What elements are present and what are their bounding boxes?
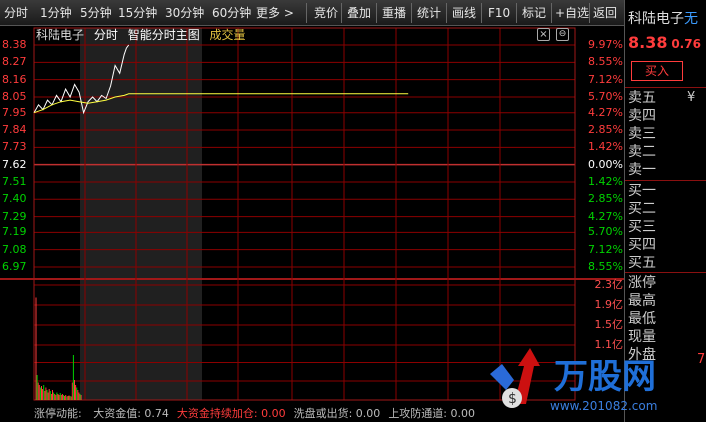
currency-symbol: ¥ (687, 90, 696, 105)
percent-tick-label: 4.27% (588, 209, 623, 223)
svg-text:$: $ (508, 391, 517, 407)
percent-tick-label: 1.42% (588, 140, 623, 154)
percent-tick-label: 8.55% (588, 260, 623, 273)
indicator-value: 大资金持续加仓: 0.00 (176, 407, 286, 420)
watermark-logo-icon: $ 万股网 www.201082.com (490, 348, 657, 413)
volume-label[interactable]: 成交量 (210, 28, 246, 42)
toolbar-divider (341, 3, 342, 23)
toolbar-divider (551, 3, 552, 23)
price-tick-label: 7.62 (2, 157, 27, 171)
last-price: 8.38 (628, 33, 668, 52)
watermark-brand: 万股网 (554, 357, 656, 397)
sell-level-label: 卖三 (628, 126, 656, 142)
percent-tick-label: 5.70% (588, 89, 623, 103)
percent-tick-label: 5.70% (588, 225, 623, 239)
close-icon[interactable]: × (537, 28, 550, 41)
side-stock-name: 科陆电子 (628, 11, 684, 27)
toolbar-divider (589, 3, 590, 23)
price-tick-label: 8.27 (2, 55, 27, 69)
price-tick-label: 7.40 (2, 192, 27, 206)
percent-tick-label: 7.12% (588, 242, 623, 256)
stat-label: 涨停 (628, 275, 656, 291)
tab-more[interactable]: 更多 > (256, 0, 294, 26)
side-stock-suffix: 无 (684, 11, 698, 27)
indicator-value: 大资金值: 0.74 (93, 407, 169, 420)
toolbar-divider (481, 3, 482, 23)
price-tick-label: 7.19 (2, 225, 27, 239)
stat-label: 最高 (628, 293, 656, 309)
toolbar-divider (306, 3, 307, 23)
auction-button[interactable]: 竞价 (314, 0, 338, 26)
percent-tick-label: 9.97% (588, 38, 623, 51)
side-value-digit: 7 (697, 352, 706, 367)
statistics-button[interactable]: 统计 (417, 0, 441, 26)
price-tick-label: 6.97 (2, 260, 27, 273)
overlay-button[interactable]: 叠加 (347, 0, 371, 26)
toolbar-divider (516, 3, 517, 23)
percent-tick-label: 1.42% (588, 174, 623, 188)
tab-60min[interactable]: 60分钟 (212, 0, 251, 26)
brand-watermark: $ 万股网 www.201082.com (484, 344, 694, 418)
price-tick-label: 7.29 (2, 209, 27, 223)
percent-tick-label: 8.55% (588, 55, 623, 69)
mode-label[interactable]: 分时 (94, 28, 118, 42)
period-toolbar: 分时 1分钟 5分钟 15分钟 30分钟 60分钟 更多 > 竞价 叠加 重播 … (0, 0, 706, 26)
divider (625, 180, 706, 181)
watermark-url: www.201082.com (550, 399, 657, 413)
replay-button[interactable]: 重播 (382, 0, 406, 26)
price-change: 0.76 (671, 37, 701, 51)
buy-level-label: 买一 (628, 183, 656, 199)
chart-header: 科陆电子 分时 智能分时主图 成交量 (36, 27, 252, 43)
back-button[interactable]: 返回 (593, 0, 617, 26)
price-tick-label: 8.38 (2, 38, 27, 51)
buy-level-label: 买五 (628, 255, 656, 271)
tab-30min[interactable]: 30分钟 (165, 0, 204, 26)
percent-tick-label: 4.27% (588, 105, 623, 119)
buy-level-label: 买四 (628, 237, 656, 253)
sell-level-label: 卖四 (628, 108, 656, 124)
percent-tick-label: 2.85% (588, 192, 623, 206)
price-tick-label: 7.84 (2, 123, 27, 137)
add-watchlist-button[interactable]: +自选 (555, 0, 589, 26)
draw-line-button[interactable]: 画线 (452, 0, 476, 26)
toolbar-divider (376, 3, 377, 23)
sell-level-label: 卖五 (628, 90, 656, 106)
stock-name-label: 科陆电子 (36, 28, 85, 42)
indicator-value: 上攻防通道: 0.00 (388, 407, 476, 420)
indicator-value: 洗盘或出货: 0.00 (293, 407, 381, 420)
sell-level-label: 卖二 (628, 144, 656, 160)
buy-level-label: 买三 (628, 219, 656, 235)
volume-tick-label: 1.9亿 (594, 298, 624, 311)
tab-5min[interactable]: 5分钟 (80, 0, 112, 26)
tab-1min[interactable]: 1分钟 (40, 0, 72, 26)
f10-button[interactable]: F10 (488, 0, 510, 26)
mark-button[interactable]: 标记 (522, 0, 546, 26)
price-tick-label: 7.95 (2, 105, 27, 119)
percent-tick-label: 7.12% (588, 72, 623, 86)
toolbar-divider (446, 3, 447, 23)
price-tick-label: 7.73 (2, 140, 27, 154)
price-tick-label: 8.05 (2, 89, 27, 103)
price-tick-label: 7.51 (2, 174, 27, 188)
percent-tick-label: 0.00% (588, 157, 623, 171)
tab-timeshare[interactable]: 分时 (4, 0, 28, 26)
toolbar-divider (411, 3, 412, 23)
price-tick-label: 7.08 (2, 242, 27, 256)
buy-button[interactable]: 买入 (631, 61, 683, 81)
restore-icon[interactable]: ⊖ (556, 28, 569, 41)
percent-tick-label: 2.85% (588, 123, 623, 137)
tab-15min[interactable]: 15分钟 (118, 0, 157, 26)
price-tick-label: 8.16 (2, 72, 27, 86)
stat-label: 最低 (628, 311, 656, 327)
volume-tick-label: 2.3亿 (594, 278, 624, 291)
divider (625, 87, 706, 88)
buy-level-label: 买二 (628, 201, 656, 217)
volume-tick-label: 1.5亿 (594, 318, 624, 331)
indicator-value: 涨停动能: (34, 407, 86, 420)
main-chart-label[interactable]: 智能分时主图 (128, 28, 200, 42)
session-shade (80, 28, 202, 400)
sell-level-label: 卖一 (628, 162, 656, 178)
divider (625, 272, 706, 273)
